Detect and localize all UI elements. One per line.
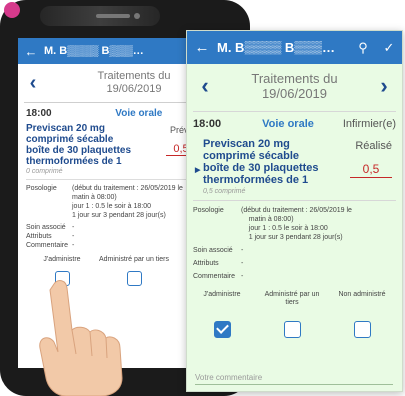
administered-checkbox[interactable] — [213, 321, 231, 338]
phone-brand-icon — [4, 2, 20, 18]
dose-input[interactable]: 0,5 — [350, 162, 392, 178]
chevron-right-icon[interactable]: › — [366, 73, 402, 99]
drug-name[interactable]: ▶ Previscan 20 mg comprimé sécable boîte… — [193, 138, 343, 186]
search-icon[interactable]: ⚲ — [350, 40, 376, 56]
admin-status: Réalisé — [355, 140, 392, 152]
expand-triangle-icon[interactable]: ▶ — [195, 165, 200, 177]
phone-camera-icon — [134, 13, 140, 19]
admin-route: Voie orale — [115, 107, 163, 119]
administered-label: J'administre — [203, 291, 241, 298]
choice-checkboxes — [187, 321, 402, 338]
admin-route: Voie orale — [262, 118, 314, 130]
third-party-checkbox[interactable] — [283, 321, 301, 338]
admin-performer: Infirmier(e) — [342, 118, 396, 130]
third-party-checkbox[interactable] — [126, 271, 142, 286]
admin-time: 18:00 — [26, 107, 52, 119]
app-bar: ← M. B▒▒▒▒ B▒▒▒… ⚲ ✓ — [187, 31, 402, 64]
patient-title: M. B▒▒▒▒ B▒▒▒… — [217, 40, 335, 55]
soin-row: Soin associé - — [193, 247, 244, 254]
check-icon[interactable]: ✓ — [376, 40, 402, 56]
phone-speaker-icon — [96, 14, 130, 18]
third-party-label: Administré par un tiers — [264, 291, 320, 306]
admin-time: 18:00 — [193, 118, 222, 130]
admin-header: 18:00 Voie orale Infirmier(e) — [187, 112, 402, 136]
posologie-row: Posologie (début du traitement : 26/05/2… — [187, 206, 402, 242]
commentaire-row: Commentaire - — [193, 273, 244, 280]
date-label: Traitements du 19/06/2019 — [251, 71, 338, 101]
date-nav: ‹ Traitements du 19/06/2019 › — [187, 64, 402, 108]
choice-labels: J'administre Administré par un tiers Non… — [187, 291, 402, 307]
not-administered-label: Non administré — [338, 291, 386, 298]
back-arrow-icon[interactable]: ← — [187, 39, 217, 56]
hand-pointer-icon — [39, 280, 123, 396]
divider — [193, 200, 396, 201]
drug-name: Previscan 20 mg comprimé sécable boîte d… — [26, 123, 132, 167]
attributs-row: Attributs - — [193, 260, 244, 267]
drug-block: ▶ Previscan 20 mg comprimé sécable boîte… — [187, 136, 402, 195]
posologie-value: (début du traitement : 26/05/2019 le mat… — [241, 207, 352, 241]
not-administered-checkbox[interactable] — [353, 321, 371, 338]
back-arrow-icon[interactable]: ← — [18, 44, 44, 59]
dose-note: 0,5 comprimé — [203, 188, 246, 195]
chevron-left-icon[interactable]: ‹ — [187, 73, 223, 99]
comment-input[interactable]: Votre commentaire — [195, 373, 393, 385]
posologie-label: Posologie — [193, 207, 224, 214]
chevron-left-icon[interactable]: ‹ — [18, 72, 48, 95]
administration-card: ← M. B▒▒▒▒ B▒▒▒… ⚲ ✓ ‹ Traitements du 19/… — [186, 30, 403, 392]
